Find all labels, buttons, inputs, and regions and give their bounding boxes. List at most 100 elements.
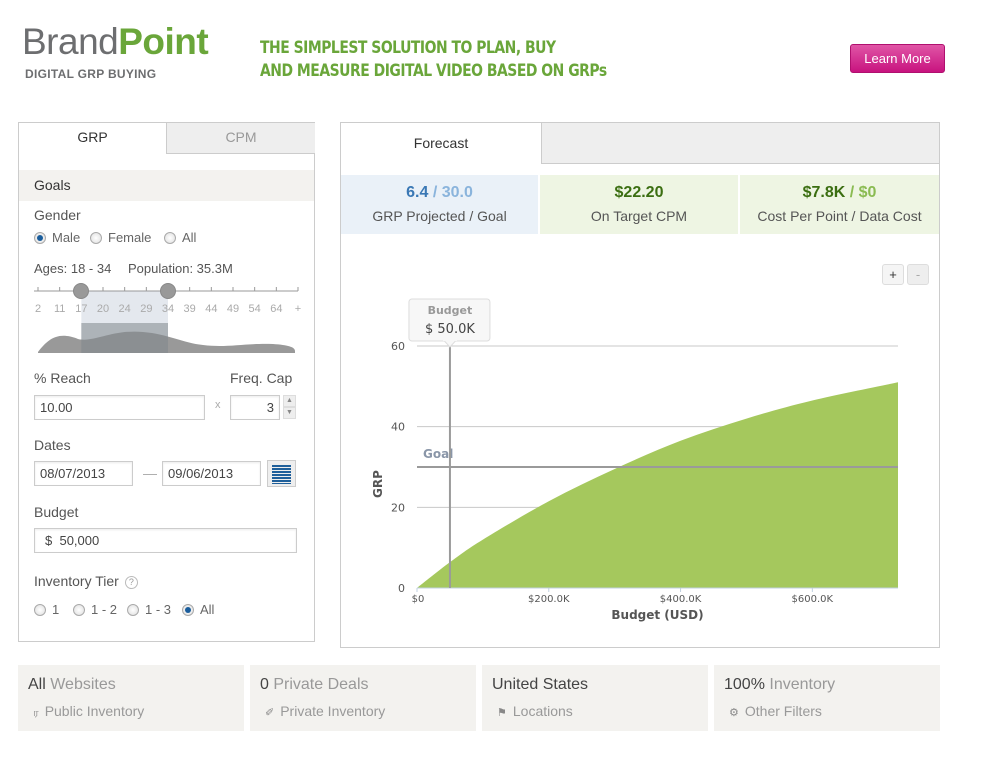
x-tick-label: $600.0K — [792, 594, 834, 605]
filter-card-other-filters[interactable]: 100% Inventory ⚙ Other Filters — [714, 665, 940, 731]
calendar-icon — [272, 465, 291, 484]
card-title-rest: Private Deals — [268, 676, 369, 693]
filter-card-private-deals[interactable]: 0 Private Deals ✐ Private Inventory — [250, 665, 476, 731]
x-tick-label: $400.0K — [660, 594, 702, 605]
filter-card-locations[interactable]: United States ⚑ Locations — [482, 665, 708, 731]
tab-grp[interactable]: GRP — [19, 123, 166, 154]
card-title-strong: 0 — [260, 676, 269, 693]
card-title-rest: Inventory — [764, 676, 836, 693]
radio-dot — [164, 231, 176, 244]
tier-radio-all[interactable]: All — [182, 602, 214, 617]
age-min-handle[interactable] — [73, 283, 90, 299]
budget-tooltip-value: $ 50.0K — [425, 322, 475, 337]
tier-radio-1-3[interactable]: 1 - 3 — [127, 602, 171, 617]
radio-dot — [90, 231, 102, 244]
grp-forecast-chart[interactable]: 0 20 40 60 Goal $0 $200.0K $400.0K $600.0K Budget… — [341, 288, 939, 648]
grp-goal-value: / 30.0 — [428, 184, 473, 201]
rss-icon: ர — [33, 707, 39, 719]
age-tick-label: 20 — [96, 303, 110, 315]
start-date-input[interactable]: 08/07/2013 — [34, 461, 133, 486]
budget-label: Budget — [34, 504, 79, 520]
card-subtitle: ✐ Private Inventory — [260, 703, 466, 719]
budget-currency: $ — [45, 533, 53, 548]
card-title-strong: All — [28, 676, 46, 693]
metric-caption: On Target CPM — [590, 208, 688, 224]
radio-label: Male — [52, 230, 81, 245]
learn-more-button[interactable]: Learn More — [850, 44, 945, 73]
freq-cap-decrement[interactable]: ▼ — [283, 407, 296, 419]
x-tick-label: $200.0K — [528, 594, 570, 605]
card-title: 0 Private Deals — [260, 676, 466, 694]
flag-icon: ⚑ — [497, 707, 507, 719]
budget-input[interactable]: $ 50,000 — [34, 528, 297, 553]
goal-line-label: Goal — [423, 447, 453, 461]
freq-cap-increment[interactable]: ▲ — [283, 395, 296, 407]
metric-caption: GRP Projected / Goal — [372, 208, 507, 224]
forecast-panel: Forecast 6.4 / 30.0 GRP Projected / Goal… — [340, 122, 940, 648]
card-subtitle: ⚙ Other Filters — [724, 703, 930, 719]
population-selected-area — [81, 323, 168, 353]
key-icon: ✐ — [265, 707, 275, 719]
gender-radio-female[interactable]: Female — [90, 230, 151, 245]
on-target-cpm-value: $22.20 — [614, 184, 664, 201]
logo-subtitle: DIGITAL GRP BUYING — [25, 67, 157, 81]
zoom-out-button[interactable]: - — [907, 264, 929, 285]
age-tick-label: 39 — [183, 303, 196, 315]
goals-panel: GRP CPM Goals Gender Male Female All Age… — [18, 122, 315, 642]
card-title-strong: United States — [492, 676, 589, 693]
tier-radio-1-2[interactable]: 1 - 2 — [73, 602, 117, 617]
y-tick-label: 0 — [398, 582, 405, 595]
help-icon[interactable]: ? — [124, 575, 138, 589]
age-tick-label: 64 — [270, 303, 283, 315]
data-cost-value: / $0 — [845, 184, 877, 201]
card-subtitle: ⚑ Locations — [492, 703, 698, 719]
y-tick-label: 20 — [391, 501, 405, 514]
reach-input[interactable]: 10.00 — [34, 395, 205, 420]
radio-label: All — [182, 230, 197, 245]
reach-label: % Reach — [34, 370, 91, 386]
zoom-in-button[interactable]: + — [882, 264, 904, 285]
grp-projected-value: 6.4 — [406, 184, 429, 201]
age-max-handle[interactable] — [160, 283, 176, 299]
tab-bar-filler — [541, 123, 939, 164]
card-subtitle-text: Public Inventory — [44, 703, 145, 719]
metric-value: 6.4 / 30.0 — [341, 184, 538, 202]
calendar-button[interactable] — [267, 460, 296, 487]
radio-label: 1 — [52, 602, 60, 617]
y-tick-label: 40 — [391, 421, 405, 434]
budget-tooltip-title: Budget — [428, 304, 473, 317]
grp-area-series — [417, 382, 898, 588]
radio-label: 1 - 3 — [145, 602, 172, 617]
tab-forecast[interactable]: Forecast — [341, 123, 541, 163]
radio-dot — [73, 603, 85, 616]
tab-cpm[interactable]: CPM — [166, 123, 315, 154]
radio-dot — [182, 603, 194, 616]
gender-radio-all[interactable]: All — [164, 230, 196, 245]
radio-label: Female — [108, 230, 152, 245]
brand-logo[interactable]: BrandPoint — [22, 22, 209, 62]
card-title-rest: Websites — [45, 676, 116, 693]
card-subtitle-text: Locations — [512, 703, 573, 719]
end-date-input[interactable]: 09/06/2013 — [162, 461, 261, 486]
tier-radio-1[interactable]: 1 — [34, 602, 59, 617]
age-range-slider[interactable]: 2 11 17 20 24 29 34 39 44 49 54 64 + — [33, 283, 303, 363]
age-tick-label: 2 — [34, 303, 42, 315]
inventory-tier-label: Inventory Tier? — [34, 573, 138, 589]
times-sign: x — [215, 399, 221, 411]
section-title-goals: Goals — [19, 170, 314, 201]
x-axis-title: Budget (USD) — [611, 608, 703, 622]
radio-label: 1 - 2 — [91, 602, 118, 617]
metric-cost-per-point: $7.8K / $0 Cost Per Point / Data Cost — [740, 175, 939, 234]
filter-card-websites[interactable]: All Websites ர Public Inventory — [18, 665, 244, 731]
freq-cap-label: Freq. Cap — [230, 370, 293, 386]
age-tick-label: 11 — [53, 303, 66, 315]
population-text: Population: 35.3M — [128, 261, 233, 276]
card-title: 100% Inventory — [724, 676, 930, 694]
y-tick-label: 60 — [391, 340, 405, 353]
age-tick-label: 44 — [205, 303, 218, 315]
gender-radio-male[interactable]: Male — [34, 230, 80, 245]
metric-grp: 6.4 / 30.0 GRP Projected / Goal — [341, 175, 538, 234]
tagline-line-1: THE SIMPLEST SOLUTION TO PLAN, BUY — [260, 38, 556, 58]
freq-cap-input[interactable]: 3 — [230, 395, 280, 420]
gender-label: Gender — [34, 207, 81, 223]
